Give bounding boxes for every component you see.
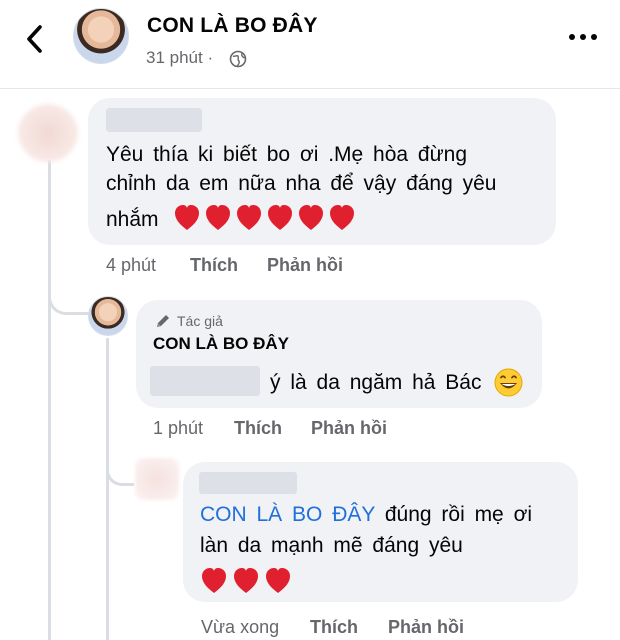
mention-link[interactable]: CON LÀ BO ĐÂY [200, 503, 375, 526]
comment-text: ý là da ngăm hả Bác [270, 371, 482, 394]
comment-time[interactable]: 4 phút [106, 255, 156, 276]
pen-icon [157, 315, 169, 327]
page-avatar[interactable] [73, 8, 129, 64]
author-avatar[interactable] [88, 296, 128, 336]
redacted-commenter-name [199, 472, 297, 494]
post-time[interactable]: 31 phút · [146, 48, 213, 68]
header-divider [0, 88, 620, 89]
grinning-face-icon [494, 368, 523, 397]
like-button[interactable]: Thích [310, 617, 358, 638]
comment-text: làn da mạnh mẽ đáng yêu [200, 534, 463, 557]
redacted-mention [150, 366, 260, 396]
more-horizontal-icon[interactable] [568, 32, 598, 42]
commenter-avatar[interactable] [18, 104, 78, 162]
like-button[interactable]: Thích [234, 418, 282, 439]
commenter-avatar[interactable] [135, 458, 179, 500]
back-chevron-icon[interactable] [22, 22, 48, 56]
comment-text-part: đúng rồi mẹ ơi [384, 503, 533, 526]
heart-emoji-group [175, 205, 354, 230]
like-button[interactable]: Thích [190, 255, 238, 276]
thread-branch [48, 285, 90, 315]
comment-text: nhắm [106, 208, 159, 231]
comment-time[interactable]: Vừa xong [201, 617, 279, 638]
reply-button[interactable]: Phản hồi [388, 617, 464, 638]
thread-line [106, 338, 109, 640]
thread-branch [106, 458, 134, 486]
comment-time[interactable]: 1 phút [153, 418, 203, 439]
author-badge: Tác giả [177, 313, 223, 329]
reply-button[interactable]: Phản hồi [311, 418, 387, 439]
page-name[interactable]: CON LÀ BO ĐÂY [147, 14, 318, 38]
comment-text: chỉnh da em nữa nha để vậy đáng yêu [106, 172, 497, 195]
reply-button[interactable]: Phản hồi [267, 255, 343, 276]
comment-author-name[interactable]: CON LÀ BO ĐÂY [153, 334, 289, 354]
redacted-commenter-name [106, 108, 202, 132]
globe-icon [229, 50, 247, 68]
thread-line [48, 160, 51, 640]
heart-emoji-group [202, 568, 290, 593]
